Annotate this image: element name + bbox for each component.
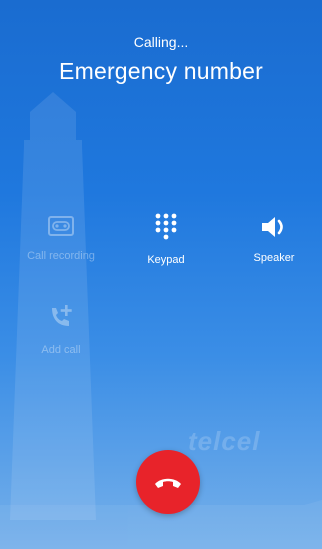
dialpad-icon — [155, 213, 177, 240]
call-status: Calling... — [133, 34, 189, 50]
cassette-icon — [48, 216, 74, 236]
speaker-button[interactable]: Speaker — [232, 214, 316, 264]
caller-name: Emergency number — [59, 58, 263, 84]
call-recording-button[interactable]: Call recording — [16, 214, 106, 262]
add-call-icon — [52, 305, 72, 326]
in-call-screen: telcel Calling... Emergency number Call … — [0, 0, 322, 549]
keypad-label: Keypad — [147, 254, 185, 266]
end-call-icon — [155, 478, 181, 488]
add-call-label: Add call — [41, 344, 81, 356]
call-recording-label: Call recording — [27, 250, 95, 262]
add-call-button[interactable]: Add call — [16, 302, 106, 356]
carrier-watermark: telcel — [188, 426, 261, 456]
end-call-button[interactable] — [136, 450, 200, 514]
keypad-button[interactable]: Keypad — [124, 212, 208, 266]
speaker-label: Speaker — [253, 252, 295, 264]
speaker-icon — [262, 217, 283, 237]
